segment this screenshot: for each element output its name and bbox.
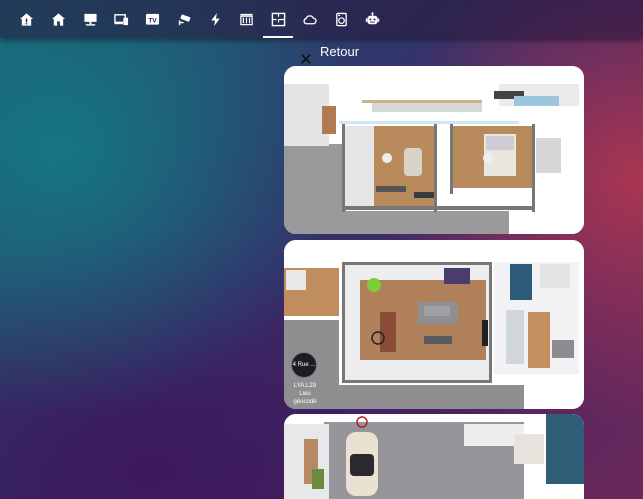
- active-tab-indicator: [263, 36, 293, 38]
- close-button[interactable]: [298, 51, 314, 67]
- top-nav-bar: TV: [0, 0, 643, 38]
- robot-icon[interactable]: [361, 8, 383, 30]
- back-label[interactable]: Retour: [320, 44, 359, 59]
- tv-icon-text: TV: [148, 17, 157, 24]
- home-alert-icon[interactable]: [15, 8, 37, 30]
- devices-icon[interactable]: [110, 8, 132, 30]
- floor-plan-image-3: [284, 414, 584, 499]
- floor-plan-image-1: [284, 66, 584, 234]
- floor-plan-card-2[interactable]: 4 Rue ... LYA.L29 Lieu géocodé: [284, 240, 584, 409]
- cctv-icon[interactable]: [173, 8, 195, 30]
- cloud-icon[interactable]: [298, 8, 320, 30]
- floor-plan-card-3[interactable]: [284, 414, 584, 499]
- location-pin-caption: LYA.L29 Lieu géocodé: [288, 382, 322, 406]
- home-icon[interactable]: [47, 8, 69, 30]
- washing-machine-icon[interactable]: [330, 8, 352, 30]
- monitor-icon[interactable]: [79, 8, 101, 30]
- location-pin-marker[interactable]: 4 Rue ...: [291, 352, 317, 378]
- pin-caption-line-3: géocodé: [293, 399, 317, 405]
- floor-plan-card-1[interactable]: [284, 66, 584, 234]
- floor-plan-image-2: [284, 240, 584, 409]
- close-icon: [301, 54, 311, 64]
- lightning-icon[interactable]: [204, 8, 226, 30]
- floor-plan-icon[interactable]: [267, 8, 289, 30]
- pin-caption-line-1: LYA.L29: [293, 383, 317, 389]
- tv-icon[interactable]: TV: [141, 8, 163, 30]
- radiator-icon[interactable]: [235, 8, 257, 30]
- pin-caption-line-2: Lieu: [299, 391, 311, 397]
